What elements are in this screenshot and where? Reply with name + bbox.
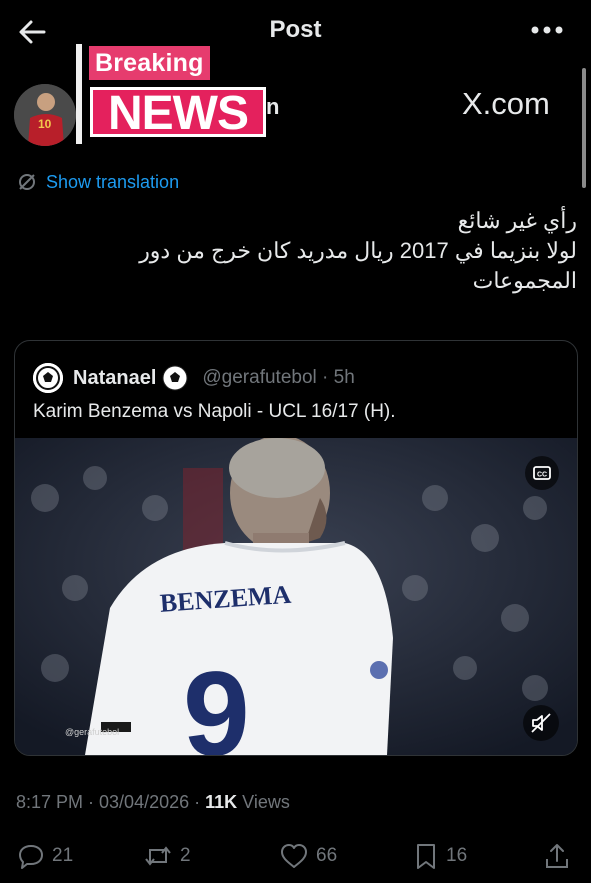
- show-translation-link[interactable]: Show translation: [16, 170, 179, 194]
- avatar[interactable]: 10: [14, 84, 76, 146]
- show-translation-label: Show translation: [46, 171, 180, 192]
- views-label: Views: [237, 792, 290, 812]
- like-button[interactable]: 66: [278, 838, 337, 874]
- post-meta: 8:17 PM · 03/04/2026 · 11K Views: [16, 792, 290, 813]
- verified-badge-icon: [162, 365, 188, 391]
- svg-text:CC: CC: [537, 472, 547, 479]
- quoted-tweet[interactable]: Natanael @gerafutebol · 5h Karim Benzema…: [14, 340, 578, 756]
- mute-icon[interactable]: [523, 705, 559, 741]
- bookmark-button[interactable]: 16: [412, 838, 467, 874]
- quoted-handle[interactable]: @gerafutebol · 5h: [202, 367, 354, 389]
- video-player[interactable]: BENZEMA 9 @gerafutebol CC: [15, 438, 577, 755]
- video-frame: BENZEMA 9: [15, 438, 577, 755]
- video-watermark: @gerafutebol: [65, 727, 120, 737]
- page-title: Post: [269, 16, 322, 43]
- reply-button[interactable]: 21: [16, 838, 73, 874]
- bookmark-count: 16: [446, 845, 468, 866]
- bookmark-icon: [417, 844, 435, 869]
- repost-count: 2: [180, 845, 191, 866]
- quoted-tweet-text: Karim Benzema vs Napoli - UCL 16/17 (H).: [33, 401, 396, 422]
- news-label: NEWS: [90, 87, 266, 140]
- repost-button[interactable]: 2: [142, 838, 191, 874]
- cc-icon[interactable]: CC: [525, 456, 559, 490]
- share-icon: [546, 844, 568, 868]
- tweet-line: المجموعات: [472, 268, 577, 293]
- more-icon[interactable]: [527, 16, 567, 44]
- badge-bar: [76, 44, 82, 144]
- repost-icon: [145, 846, 171, 866]
- display-name-tail: n: [266, 94, 280, 119]
- reply-icon: [19, 845, 43, 869]
- like-icon: [281, 844, 307, 868]
- breaking-label: Breaking: [89, 46, 210, 80]
- action-bar: 21 2 66 16: [0, 838, 591, 874]
- xcom-watermark: X.com: [462, 86, 550, 121]
- avatar-jersey-number: 10: [38, 117, 52, 131]
- reply-count: 21: [52, 845, 74, 866]
- like-count: 66: [316, 845, 338, 866]
- quoted-display-name[interactable]: Natanael: [73, 367, 156, 390]
- share-button[interactable]: [542, 838, 572, 874]
- jersey-number: 9: [183, 647, 250, 755]
- quoted-avatar[interactable]: [33, 363, 63, 393]
- post-timestamp: 8:17 PM · 03/04/2026 ·: [16, 792, 206, 812]
- quoted-tweet-header: Natanael @gerafutebol · 5h: [33, 363, 355, 393]
- translate-icon: [19, 174, 35, 190]
- tweet-line: رأي غير شائع: [457, 208, 577, 233]
- views-count: 11K: [205, 792, 238, 812]
- scrollbar[interactable]: [582, 68, 586, 188]
- news-text: NEWS: [108, 87, 249, 140]
- tweet-text: رأي غير شائع لولا بنزيما في 2017 ريال مد…: [17, 206, 577, 296]
- tweet-line: لولا بنزيما في 2017 ريال مدريد كان خرج م…: [139, 238, 577, 263]
